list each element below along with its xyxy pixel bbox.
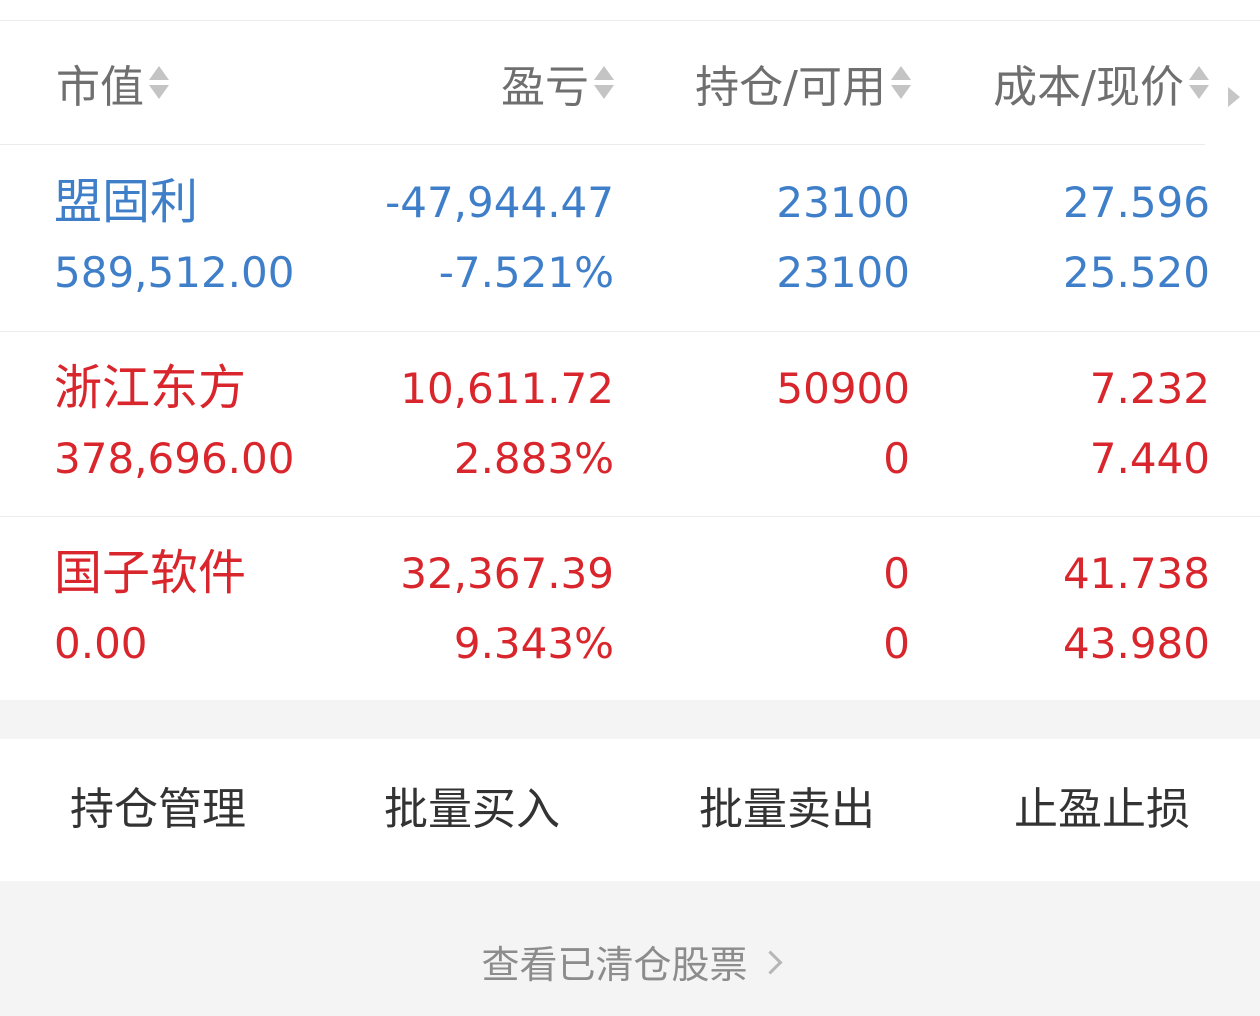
- market-value: 589,512.00: [54, 248, 295, 297]
- sort-icon: [890, 63, 912, 103]
- stock-name: 浙江东方: [54, 360, 247, 416]
- current-price: 7.440: [1089, 434, 1210, 483]
- cost-price: 41.738: [1063, 549, 1210, 598]
- pnl-amount: 10,611.72: [400, 364, 614, 413]
- market-value: 378,696.00: [54, 434, 295, 483]
- available-qty: 0: [883, 434, 910, 483]
- action-bar: 持仓管理 批量买入 批量卖出 止盈止损: [0, 739, 1260, 881]
- header-market-value-label: 市值: [56, 62, 144, 113]
- table-row[interactable]: 国子软件 32,367.39 0 41.738 0.00 9.343% 0 43…: [0, 517, 1260, 703]
- batch-sell-button[interactable]: 批量卖出: [669, 783, 905, 837]
- available-qty: 23100: [776, 248, 910, 297]
- position-qty: 23100: [776, 178, 910, 227]
- position-qty: 0: [883, 549, 910, 598]
- pnl-amount: 32,367.39: [400, 549, 614, 598]
- current-price: 43.980: [1063, 619, 1210, 668]
- current-price: 25.520: [1063, 248, 1210, 297]
- stop-profit-loss-button[interactable]: 止盈止损: [984, 783, 1220, 837]
- header-market-value[interactable]: 市值: [56, 55, 196, 113]
- header-pnl-label: 盈亏: [501, 62, 589, 113]
- sort-icon: [593, 63, 615, 103]
- pnl-amount: -47,944.47: [385, 178, 614, 227]
- available-qty: 0: [883, 619, 910, 668]
- holdings-panel: 市值 盈亏 持仓/可用 成本/现价 盟固利 -47,944.47 23100 2…: [0, 21, 1260, 700]
- market-value: 0.00: [54, 619, 148, 668]
- header-cost-price-label: 成本/现价: [993, 62, 1184, 113]
- header-cost-price[interactable]: 成本/现价: [950, 55, 1210, 113]
- table-header: 市值 盈亏 持仓/可用 成本/现价: [0, 21, 1260, 144]
- chevron-right-icon: [757, 949, 783, 975]
- pnl-percent: 2.883%: [453, 434, 614, 483]
- position-qty: 50900: [776, 364, 910, 413]
- cost-price: 27.596: [1063, 178, 1210, 227]
- pnl-percent: -7.521%: [438, 248, 614, 297]
- stock-name: 国子软件: [54, 545, 247, 601]
- sort-icon: [1188, 63, 1210, 103]
- batch-buy-button[interactable]: 批量买入: [354, 783, 590, 837]
- top-strip: [0, 0, 1260, 21]
- position-manage-button[interactable]: 持仓管理: [40, 783, 276, 837]
- header-position[interactable]: 持仓/可用: [640, 55, 912, 113]
- pnl-percent: 9.343%: [453, 619, 614, 668]
- cleared-stocks-label: 查看已清仓股票: [481, 942, 748, 987]
- stock-name: 盟固利: [54, 174, 199, 230]
- scroll-right-icon[interactable]: [1228, 87, 1240, 107]
- cost-price: 7.232: [1089, 364, 1210, 413]
- cleared-stocks-link[interactable]: 查看已清仓股票: [440, 933, 820, 989]
- table-row[interactable]: 浙江东方 10,611.72 50900 7.232 378,696.00 2.…: [0, 332, 1260, 518]
- sort-icon: [148, 63, 170, 103]
- header-pnl[interactable]: 盈亏: [440, 55, 615, 113]
- header-position-label: 持仓/可用: [695, 62, 886, 113]
- table-row[interactable]: 盟固利 -47,944.47 23100 27.596 589,512.00 -…: [0, 145, 1260, 331]
